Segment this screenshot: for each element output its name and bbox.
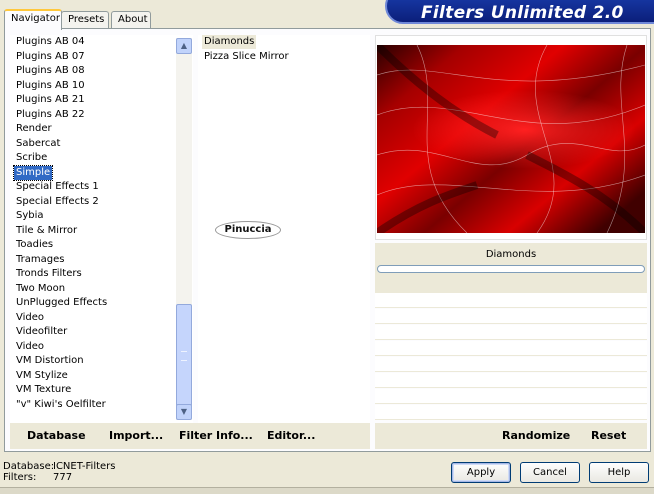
- category-item[interactable]: VM Texture: [14, 383, 73, 397]
- parameter-row[interactable]: [375, 325, 647, 340]
- help-button[interactable]: Help: [589, 462, 649, 483]
- parameter-header: Diamonds: [375, 243, 647, 293]
- filter-list[interactable]: Diamonds Pizza Slice Mirror Pinuccia: [198, 35, 370, 423]
- randomize-button[interactable]: Randomize: [502, 429, 570, 442]
- scrollbar-thumb[interactable]: [176, 304, 192, 407]
- category-item[interactable]: Special Effects 2: [14, 195, 101, 209]
- category-item[interactable]: Plugins AB 22: [14, 108, 87, 122]
- category-item[interactable]: Plugins AB 04: [14, 35, 87, 49]
- category-item[interactable]: VM Distortion: [14, 354, 86, 368]
- app-title-banner: Filters Unlimited 2.0: [385, 0, 654, 24]
- parameter-row[interactable]: [375, 309, 647, 324]
- category-item[interactable]: "v" Kiwi's Oelfilter: [14, 398, 108, 412]
- cancel-button[interactable]: Cancel: [520, 462, 580, 483]
- category-item[interactable]: Scribe: [14, 151, 49, 165]
- category-item[interactable]: Sybia: [14, 209, 46, 223]
- category-item[interactable]: Sabercat: [14, 137, 62, 151]
- category-item[interactable]: Tronds Filters: [14, 267, 84, 281]
- category-item[interactable]: Videofilter: [14, 325, 69, 339]
- category-item[interactable]: Special Effects 1: [14, 180, 101, 194]
- category-item[interactable]: Tramages: [14, 253, 66, 267]
- category-item[interactable]: VM Stylize: [14, 369, 70, 383]
- apply-button[interactable]: Apply: [451, 462, 511, 483]
- tab-about-label: About: [118, 14, 148, 25]
- parameter-progress-bar: [377, 265, 645, 273]
- parameter-row[interactable]: [375, 293, 647, 308]
- editor-button[interactable]: Editor...: [267, 429, 315, 442]
- signature-text: Pinuccia: [224, 224, 272, 235]
- taskbar-strip: [0, 487, 654, 494]
- category-item[interactable]: Video: [14, 340, 46, 354]
- category-item[interactable]: Video: [14, 311, 46, 325]
- chevron-up-icon[interactable]: ▲: [176, 38, 192, 54]
- parameter-row[interactable]: [375, 357, 647, 372]
- navigator-panel: Plugins AB 04 Plugins AB 07 Plugins AB 0…: [4, 28, 651, 452]
- parameter-row[interactable]: [375, 341, 647, 356]
- tab-navigator[interactable]: Navigator: [4, 9, 62, 30]
- tab-presets-label: Presets: [68, 14, 105, 25]
- preview-image: [377, 45, 645, 233]
- category-item[interactable]: Plugins AB 21: [14, 93, 87, 107]
- parameter-rows: [375, 293, 647, 423]
- filter-info-button[interactable]: Filter Info...: [179, 429, 253, 442]
- category-item[interactable]: Tile & Mirror: [14, 224, 79, 238]
- category-scrollbar[interactable]: ▲ ▼: [176, 38, 192, 420]
- category-item[interactable]: UnPlugged Effects: [14, 296, 109, 310]
- preview-pattern: [377, 45, 645, 233]
- filter-item-selected[interactable]: Diamonds: [202, 35, 257, 49]
- signature-logo: Pinuccia: [215, 221, 281, 239]
- category-item[interactable]: Two Moon: [14, 282, 67, 296]
- parameter-row[interactable]: [375, 405, 647, 420]
- parameter-row[interactable]: [375, 389, 647, 404]
- category-list[interactable]: Plugins AB 04 Plugins AB 07 Plugins AB 0…: [10, 35, 193, 423]
- category-item[interactable]: Plugins AB 07: [14, 50, 87, 64]
- tab-navigator-label: Navigator: [11, 13, 60, 24]
- tab-about[interactable]: About: [111, 11, 151, 29]
- preview-pane: [375, 35, 647, 240]
- parameter-name: Diamonds: [485, 249, 537, 260]
- category-item[interactable]: Toadies: [14, 238, 55, 252]
- tab-presets[interactable]: Presets: [61, 11, 109, 29]
- reset-button[interactable]: Reset: [591, 429, 626, 442]
- app-title: Filters Unlimited 2.0: [421, 3, 624, 23]
- parameter-toolbar: Randomize Reset: [375, 423, 647, 449]
- category-item-selected[interactable]: Simple: [12, 164, 54, 181]
- status-area: Database:ICNET-Filters Filters: 777: [3, 461, 116, 483]
- filters-count-value: 777: [53, 472, 73, 483]
- category-item[interactable]: Plugins AB 10: [14, 79, 87, 93]
- filters-count-label: Filters:: [3, 472, 37, 483]
- category-item[interactable]: Render: [14, 122, 54, 136]
- database-status-label: Database:: [3, 461, 55, 472]
- parameter-row[interactable]: [375, 373, 647, 388]
- database-status-value: ICNET-Filters: [53, 461, 116, 472]
- filter-item[interactable]: Pizza Slice Mirror: [202, 50, 291, 64]
- chevron-down-icon[interactable]: ▼: [176, 404, 192, 420]
- category-item[interactable]: Plugins AB 08: [14, 64, 87, 78]
- import-button[interactable]: Import...: [109, 429, 163, 442]
- navigator-toolbar: Database Import... Filter Info... Editor…: [10, 423, 370, 449]
- database-button[interactable]: Database: [27, 429, 86, 442]
